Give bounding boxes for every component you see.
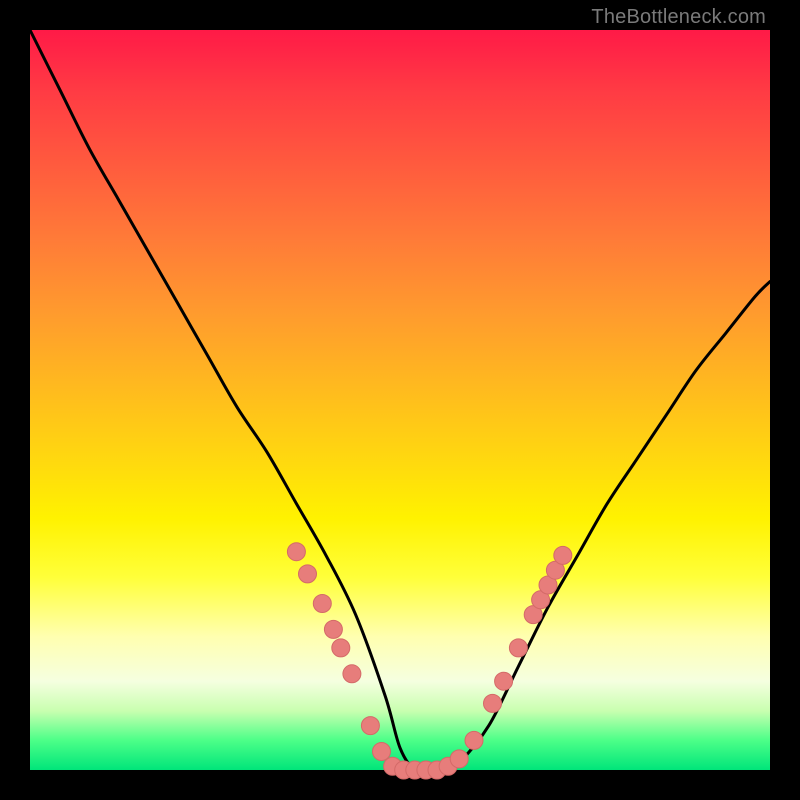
curve-marker	[313, 595, 331, 613]
curve-marker	[495, 672, 513, 690]
plot-area	[30, 30, 770, 770]
curve-marker	[332, 639, 350, 657]
watermark-text: TheBottleneck.com	[591, 6, 766, 29]
curve-marker	[554, 546, 572, 564]
curve-marker	[450, 750, 468, 768]
curve-markers	[287, 543, 571, 779]
curve-marker	[465, 731, 483, 749]
curve-marker	[299, 565, 317, 583]
curve-marker	[509, 639, 527, 657]
curve-marker	[484, 694, 502, 712]
curve-marker	[343, 665, 361, 683]
chart-frame: TheBottleneck.com	[0, 0, 800, 800]
curve-marker	[287, 543, 305, 561]
bottleneck-curve-path	[30, 30, 770, 772]
bottleneck-curve-svg	[30, 30, 770, 770]
curve-marker	[373, 743, 391, 761]
curve-marker	[361, 717, 379, 735]
curve-marker	[324, 620, 342, 638]
